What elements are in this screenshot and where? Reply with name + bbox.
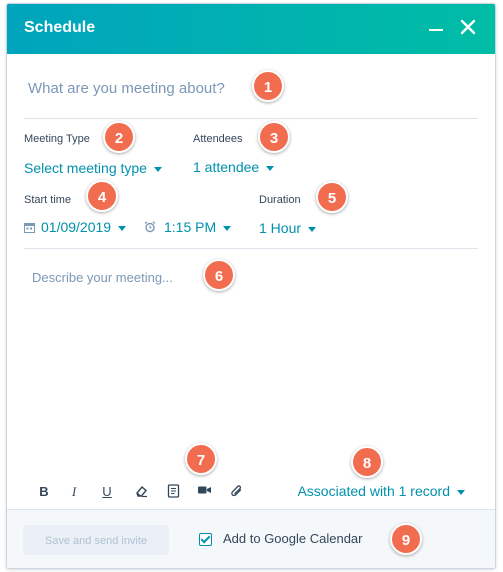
divider bbox=[24, 118, 478, 119]
callout-badge-1: 1 bbox=[252, 70, 284, 102]
callout-badge-8: 8 bbox=[351, 446, 383, 478]
callout-badge-3: 3 bbox=[258, 121, 290, 153]
google-calendar-label[interactable]: Add to Google Calendar bbox=[223, 531, 362, 546]
start-date-picker[interactable]: 01/09/2019 bbox=[24, 219, 127, 235]
chevron-down-icon bbox=[118, 225, 127, 231]
attendees-select[interactable]: 1 attendee bbox=[193, 159, 275, 175]
meeting-type-select[interactable]: Select meeting type bbox=[24, 160, 162, 176]
start-time-label: Start time bbox=[24, 194, 72, 206]
clear-formatting-icon[interactable] bbox=[133, 484, 149, 500]
attendees-label: Attendees bbox=[193, 133, 243, 145]
associations-dropdown[interactable]: Associated with 1 record bbox=[297, 483, 465, 499]
duration-label: Duration bbox=[259, 194, 301, 206]
subject-input[interactable]: What are you meeting about? bbox=[28, 80, 225, 97]
video-camera-icon[interactable] bbox=[196, 484, 212, 500]
divider bbox=[24, 248, 478, 249]
callout-badge-7: 7 bbox=[185, 443, 217, 475]
chevron-down-icon bbox=[308, 226, 317, 232]
underline-button[interactable]: U bbox=[99, 484, 115, 500]
dialog-title: Schedule bbox=[24, 19, 96, 36]
schedule-dialog: Schedule What are you meeting about? Mee… bbox=[6, 3, 496, 569]
chevron-down-icon bbox=[223, 225, 232, 231]
associations-label: Associated with 1 record bbox=[297, 483, 450, 499]
callout-badge-4: 4 bbox=[86, 180, 118, 212]
paperclip-icon[interactable] bbox=[229, 484, 245, 500]
snippet-icon[interactable] bbox=[165, 484, 181, 500]
attendees-value: 1 attendee bbox=[193, 159, 260, 175]
duration-select[interactable]: 1 Hour bbox=[259, 220, 317, 236]
chevron-down-icon bbox=[266, 165, 275, 171]
meeting-type-label: Meeting Type bbox=[24, 133, 90, 145]
duration-value: 1 Hour bbox=[259, 220, 302, 236]
italic-button[interactable]: I bbox=[66, 484, 82, 500]
description-input[interactable]: Describe your meeting... bbox=[32, 270, 173, 285]
callout-badge-6: 6 bbox=[203, 259, 235, 291]
calendar-icon bbox=[24, 223, 35, 233]
chevron-down-icon bbox=[153, 166, 162, 172]
start-time-value: 1:15 PM bbox=[164, 219, 217, 235]
start-time-picker[interactable]: 1:15 PM bbox=[144, 219, 232, 235]
callout-badge-9: 9 bbox=[390, 523, 422, 555]
dialog-header: Schedule bbox=[7, 4, 495, 54]
start-date-value: 01/09/2019 bbox=[41, 219, 112, 235]
close-icon[interactable] bbox=[457, 16, 479, 38]
save-and-send-button[interactable]: Save and send invite bbox=[23, 525, 169, 555]
minimize-icon[interactable] bbox=[427, 20, 445, 38]
meeting-type-value: Select meeting type bbox=[24, 160, 147, 176]
callout-badge-5: 5 bbox=[316, 181, 348, 213]
chevron-down-icon bbox=[457, 489, 465, 495]
bold-button[interactable]: B bbox=[36, 484, 52, 500]
google-calendar-checkbox[interactable] bbox=[199, 533, 212, 546]
callout-badge-2: 2 bbox=[103, 121, 135, 153]
alarm-clock-icon bbox=[144, 221, 156, 233]
